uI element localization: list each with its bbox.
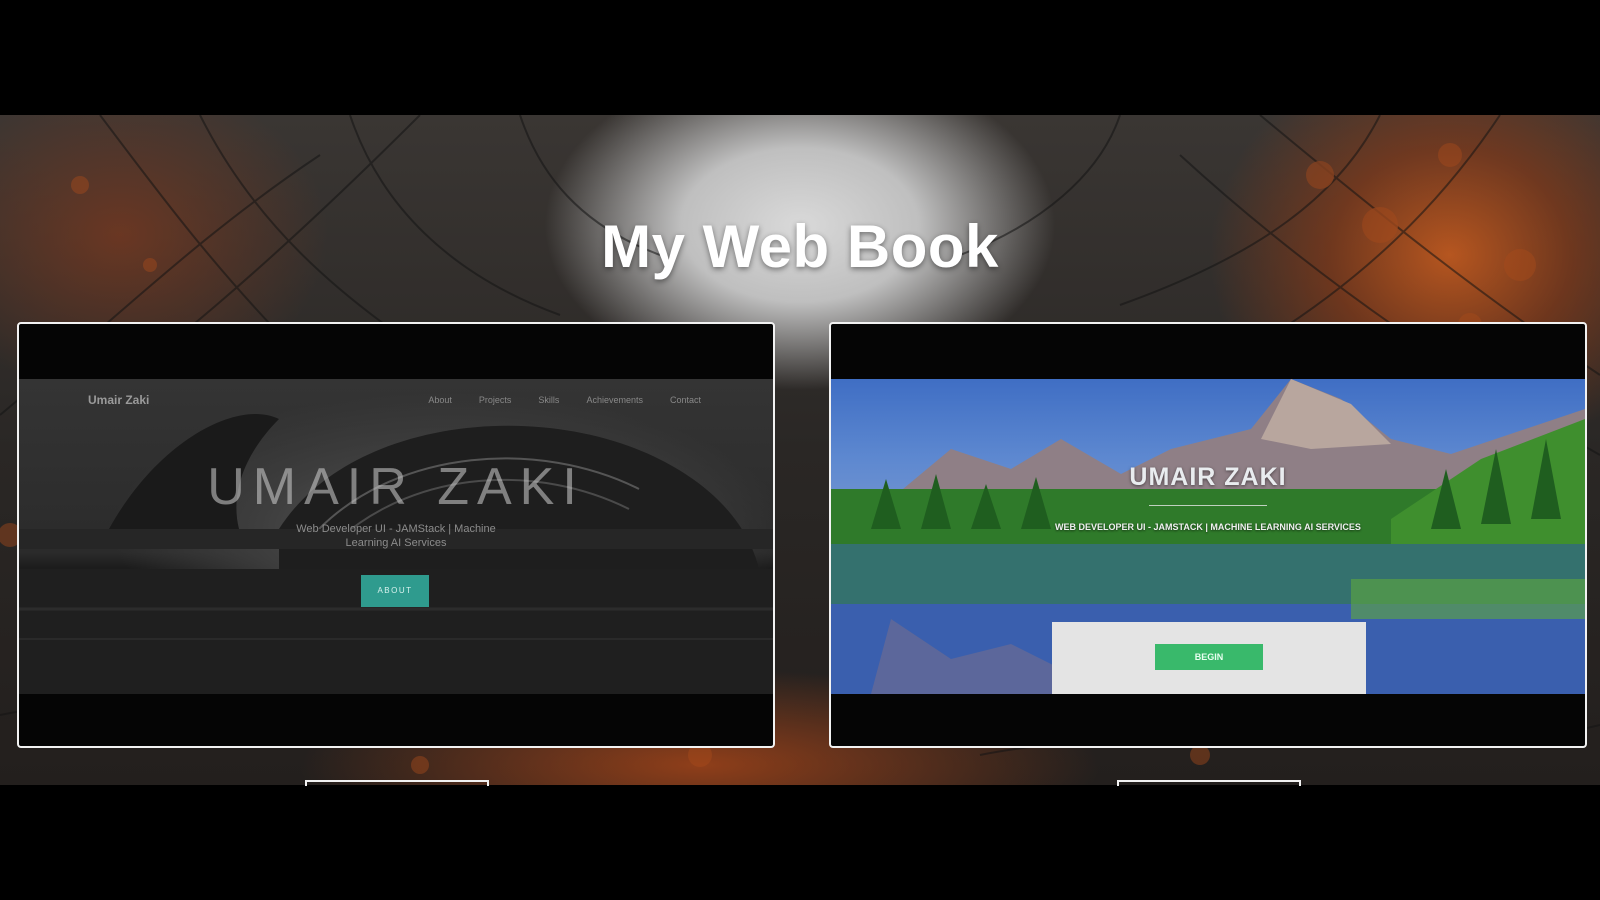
mini-nav: About Projects Skills Achievements Conta… [428, 395, 701, 405]
mini-nav-item: Contact [669, 395, 701, 405]
about-button: ABOUT [361, 575, 429, 607]
project-screenshot-1: Umair Zaki About Projects Skills Achieve… [19, 379, 773, 694]
mini-brand: Umair Zaki [88, 393, 150, 407]
card-1-link-button[interactable] [305, 780, 489, 786]
mini-nav-item: Achievements [586, 395, 643, 405]
project-card-2[interactable]: UMAIR ZAKI WEB DEVELOPER UI - JAMSTACK |… [829, 322, 1587, 748]
viewport: My Web Book Umair Zaki About Projects Sk… [0, 0, 1600, 900]
hero-name: UMAIR ZAKI [1129, 463, 1287, 491]
hero-subtitle: Web Developer UI - JAMStack | Machine Le… [296, 523, 496, 549]
begin-panel: BEGIN [1052, 622, 1366, 694]
hero-subtitle: WEB DEVELOPER UI - JAMSTACK | MACHINE LE… [1055, 522, 1361, 532]
project-card-1[interactable]: Umair Zaki About Projects Skills Achieve… [17, 322, 775, 748]
mini-nav-item: Projects [478, 395, 512, 405]
begin-button: BEGIN [1155, 644, 1263, 670]
project-screenshot-2: UMAIR ZAKI WEB DEVELOPER UI - JAMSTACK |… [831, 379, 1585, 694]
card-2-link-button[interactable] [1117, 780, 1301, 786]
mini-nav-item: About [428, 395, 452, 405]
divider [1149, 505, 1267, 506]
mini-nav-item: Skills [538, 395, 560, 405]
hero-name: UMAIR ZAKI [207, 458, 585, 516]
page-title: My Web Book [601, 213, 999, 281]
